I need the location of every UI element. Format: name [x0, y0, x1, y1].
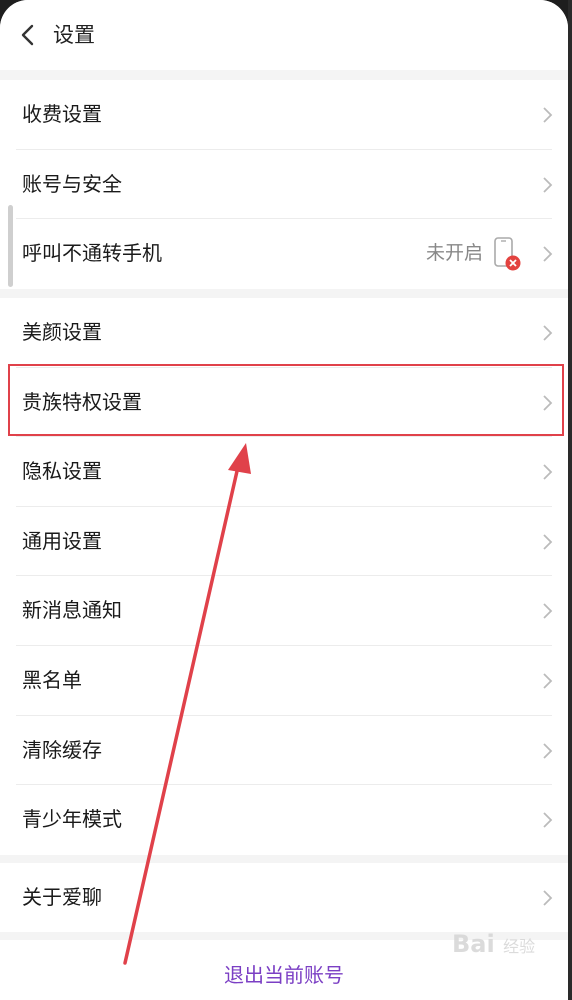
chevron-right-icon [543, 812, 553, 828]
chevron-right-icon [543, 603, 553, 620]
row-label: 收费设置 [22, 102, 102, 126]
settings-group-about: 关于爱聊 [0, 863, 568, 932]
chevron-right-icon [543, 325, 553, 341]
row-label: 关于爱聊 [22, 885, 102, 909]
row-label: 隐私设置 [22, 459, 102, 484]
watermark-suffix: 经验 [503, 937, 536, 956]
chevron-right-icon [543, 534, 553, 550]
settings-row-teen-mode[interactable]: 青少年模式 [0, 785, 568, 855]
settings-row-call-forward[interactable]: 呼叫不通转手机 未开启 [0, 219, 568, 289]
settings-row-about[interactable]: 关于爱聊 [0, 863, 568, 933]
chevron-right-icon [543, 176, 553, 193]
row-label: 清除缓存 [22, 737, 102, 762]
scroll-indicator[interactable] [8, 205, 13, 287]
row-label: 青少年模式 [22, 807, 122, 832]
settings-row-clear-cache[interactable]: 清除缓存 [0, 716, 568, 786]
settings-group-account: 收费设置 账号与安全 呼叫不通转手机 未开启 [0, 80, 568, 289]
chevron-right-icon [543, 246, 553, 262]
settings-row-privacy[interactable]: 隐私设置 [0, 437, 568, 507]
settings-row-fees[interactable]: 收费设置 [0, 80, 568, 150]
phone-disabled-icon [494, 237, 521, 271]
settings-row-account-security[interactable]: 账号与安全 [0, 150, 568, 220]
row-label: 黑名单 [22, 667, 82, 692]
chevron-right-icon [543, 673, 553, 689]
chevron-right-icon [543, 464, 553, 480]
chevron-right-icon [543, 742, 553, 759]
settings-row-notifications[interactable]: 新消息通知 [0, 576, 568, 646]
settings-row-general[interactable]: 通用设置 [0, 507, 568, 577]
chevron-right-icon [543, 890, 553, 906]
row-label: 美颜设置 [22, 320, 102, 344]
logout-button[interactable]: 退出当前账号 [224, 940, 344, 1000]
row-label: 账号与安全 [22, 171, 122, 196]
settings-screen: 设置 收费设置 账号与安全 呼叫不通转手机 未开启 美颜设置 贵族特权设置 隐私… [0, 0, 568, 1000]
top-bar: 设置 [0, 0, 568, 70]
row-label: 新消息通知 [22, 598, 122, 623]
row-label: 呼叫不通转手机 [22, 241, 162, 266]
settings-row-beauty[interactable]: 美颜设置 [0, 298, 568, 368]
row-label: 通用设置 [22, 528, 102, 553]
chevron-right-icon [543, 107, 553, 123]
settings-row-blacklist[interactable]: 黑名单 [0, 646, 568, 716]
watermark-logo: Bai 经验 [452, 930, 535, 958]
back-arrow-icon[interactable] [14, 20, 44, 50]
screen-edge [568, 0, 572, 1000]
annotation-highlight-box [8, 364, 564, 436]
call-forward-status: 未开启 [425, 242, 483, 265]
watermark-text: Bai [452, 930, 495, 958]
page-title: 设置 [53, 23, 95, 47]
